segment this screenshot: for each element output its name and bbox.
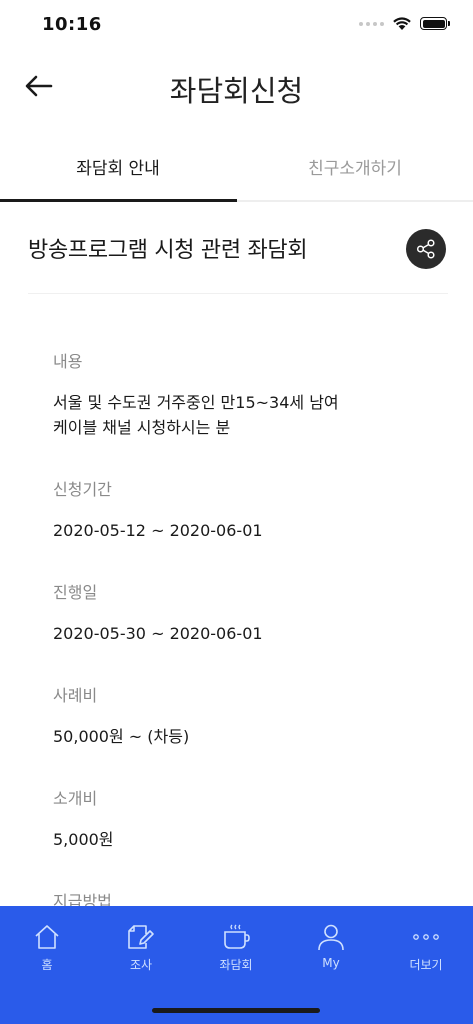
share-icon: [416, 239, 435, 259]
detail-label: 진행일: [53, 583, 98, 602]
nav-label: 조사: [129, 958, 153, 972]
more-dots-icon: [413, 934, 439, 940]
nav-label: 홈: [41, 958, 53, 972]
person-icon: [318, 924, 344, 951]
detail-value: 5,000원: [53, 830, 114, 849]
detail-application-period: 신청기간 2020-05-12 ~ 2020-06-01: [53, 476, 263, 543]
detail-label: 신청기간: [53, 480, 112, 499]
detail-reward: 사례비 50,000원 ~ (차등): [53, 682, 189, 749]
tab-invite-friend[interactable]: 친구소개하기: [237, 130, 473, 202]
share-button[interactable]: [406, 229, 446, 269]
battery-icon: [420, 17, 450, 30]
tab-event-info[interactable]: 좌담회 안내: [0, 130, 236, 202]
detail-label: 사례비: [53, 686, 98, 705]
detail-label: 내용: [53, 352, 83, 371]
page-title: 좌담회신청: [169, 74, 304, 108]
status-time: 10:16: [42, 14, 102, 35]
detail-value-line: 서울 및 수도권 거주중인 만15~34세 남여: [53, 393, 339, 412]
nav-home[interactable]: 홈: [0, 906, 94, 986]
event-title: 방송프로그램 시청 관련 좌담회: [28, 238, 308, 263]
detail-value: 50,000원 ~ (차등): [53, 727, 190, 746]
nav-my[interactable]: My: [284, 906, 378, 986]
cellular-signal-icon: [359, 21, 384, 26]
detail-content: 내용 서울 및 수도권 거주중인 만15~34세 남여 케이블 채널 시청하시는…: [53, 348, 339, 440]
header: 좌담회신청: [0, 56, 473, 116]
nav-discussion[interactable]: 좌담회: [189, 906, 283, 986]
detail-value: 서울 및 수도권 거주중인 만15~34세 남여 케이블 채널 시청하시는 분: [53, 390, 339, 440]
detail-value: 2020-05-30 ~ 2020-06-01: [53, 624, 263, 643]
detail-value: 2020-05-12 ~ 2020-06-01: [53, 521, 263, 540]
detail-event-date: 진행일 2020-05-30 ~ 2020-06-01: [53, 579, 263, 646]
app-screen: 10:16 좌담회신청 좌담회 안내 친구소개하기 방송프로그램 시청 관련 좌…: [0, 0, 473, 1024]
coffee-cup-icon: [224, 924, 250, 949]
nav-survey[interactable]: 조사: [94, 906, 188, 986]
detail-label: 소개비: [53, 789, 98, 808]
survey-icon: [128, 925, 154, 949]
wifi-icon: [393, 17, 411, 30]
tab-bar: 좌담회 안내 친구소개하기: [0, 130, 473, 202]
nav-label: My: [322, 956, 340, 970]
status-indicators: [359, 16, 450, 31]
status-bar: 10:16: [0, 0, 473, 50]
nav-more[interactable]: 더보기: [379, 906, 473, 986]
nav-label: 더보기: [409, 958, 443, 972]
home-indicator: [152, 1008, 320, 1013]
event-heading: 방송프로그램 시청 관련 좌담회: [28, 216, 448, 294]
nav-label: 좌담회: [219, 958, 253, 972]
home-icon: [35, 925, 59, 949]
bottom-nav: 홈 조사 좌담회 My 더보기: [0, 906, 473, 1024]
active-tab-indicator: [0, 199, 237, 202]
detail-referral-fee: 소개비 5,000원: [53, 785, 114, 852]
detail-value-line: 케이블 채널 시청하시는 분: [53, 418, 231, 437]
